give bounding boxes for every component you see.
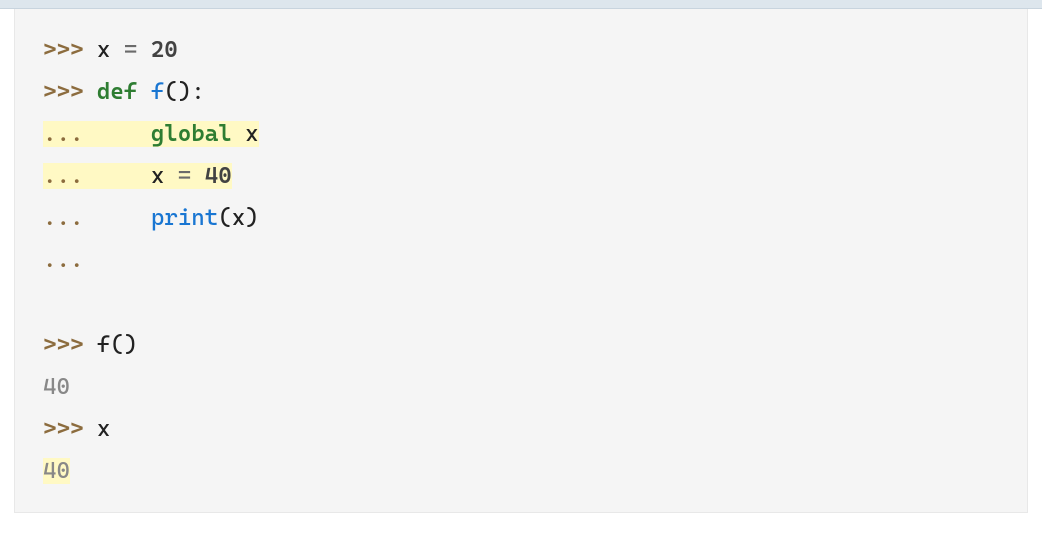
assign-op: = bbox=[110, 37, 150, 63]
code-line-9: 40 bbox=[43, 366, 999, 408]
prompt-continuation: ... bbox=[43, 247, 97, 273]
literal-20: 20 bbox=[151, 37, 178, 63]
indent bbox=[97, 163, 151, 189]
output-40: 40 bbox=[43, 458, 70, 484]
code-line-2: >>> def f(): bbox=[43, 71, 999, 113]
builtin-print: print bbox=[151, 205, 218, 231]
function-call: f bbox=[97, 332, 110, 358]
code-line-5: ... print(x) bbox=[43, 197, 999, 239]
code-line-3: ... global x bbox=[43, 113, 999, 155]
code-line-4: ... x = 40 bbox=[43, 155, 999, 197]
keyword-def: def bbox=[97, 79, 137, 105]
output-40: 40 bbox=[43, 374, 70, 400]
code-line-1: >>> x = 20 bbox=[43, 29, 999, 71]
colon: : bbox=[191, 79, 204, 105]
variable-x: x bbox=[232, 205, 245, 231]
parens: () bbox=[110, 332, 137, 358]
variable-x: x bbox=[232, 121, 259, 147]
variable-x: x bbox=[97, 37, 110, 63]
prompt-continuation: ... bbox=[43, 163, 97, 189]
prompt-primary: >>> bbox=[43, 416, 97, 442]
variable-x: x bbox=[97, 416, 110, 442]
paren-close: ) bbox=[245, 205, 258, 231]
function-name: f bbox=[137, 79, 164, 105]
header-bar bbox=[0, 0, 1042, 9]
paren-open: ( bbox=[218, 205, 231, 231]
prompt-primary: >>> bbox=[43, 37, 97, 63]
indent bbox=[97, 205, 151, 231]
code-block: >>> x = 20 >>> def f(): ... global x ...… bbox=[14, 9, 1028, 513]
indent bbox=[97, 121, 151, 147]
code-line-10: >>> x bbox=[43, 408, 999, 450]
prompt-primary: >>> bbox=[43, 79, 97, 105]
assign-op: = bbox=[164, 163, 204, 189]
variable-x: x bbox=[151, 163, 164, 189]
prompt-continuation: ... bbox=[43, 205, 97, 231]
prompt-continuation: ... bbox=[43, 121, 97, 147]
keyword-global: global bbox=[151, 121, 232, 147]
code-line-blank bbox=[43, 281, 999, 323]
code-line-6: ... bbox=[43, 239, 999, 281]
literal-40: 40 bbox=[205, 163, 232, 189]
code-line-8: >>> f() bbox=[43, 324, 999, 366]
code-line-11: 40 bbox=[43, 450, 999, 492]
prompt-primary: >>> bbox=[43, 332, 97, 358]
parens: () bbox=[164, 79, 191, 105]
